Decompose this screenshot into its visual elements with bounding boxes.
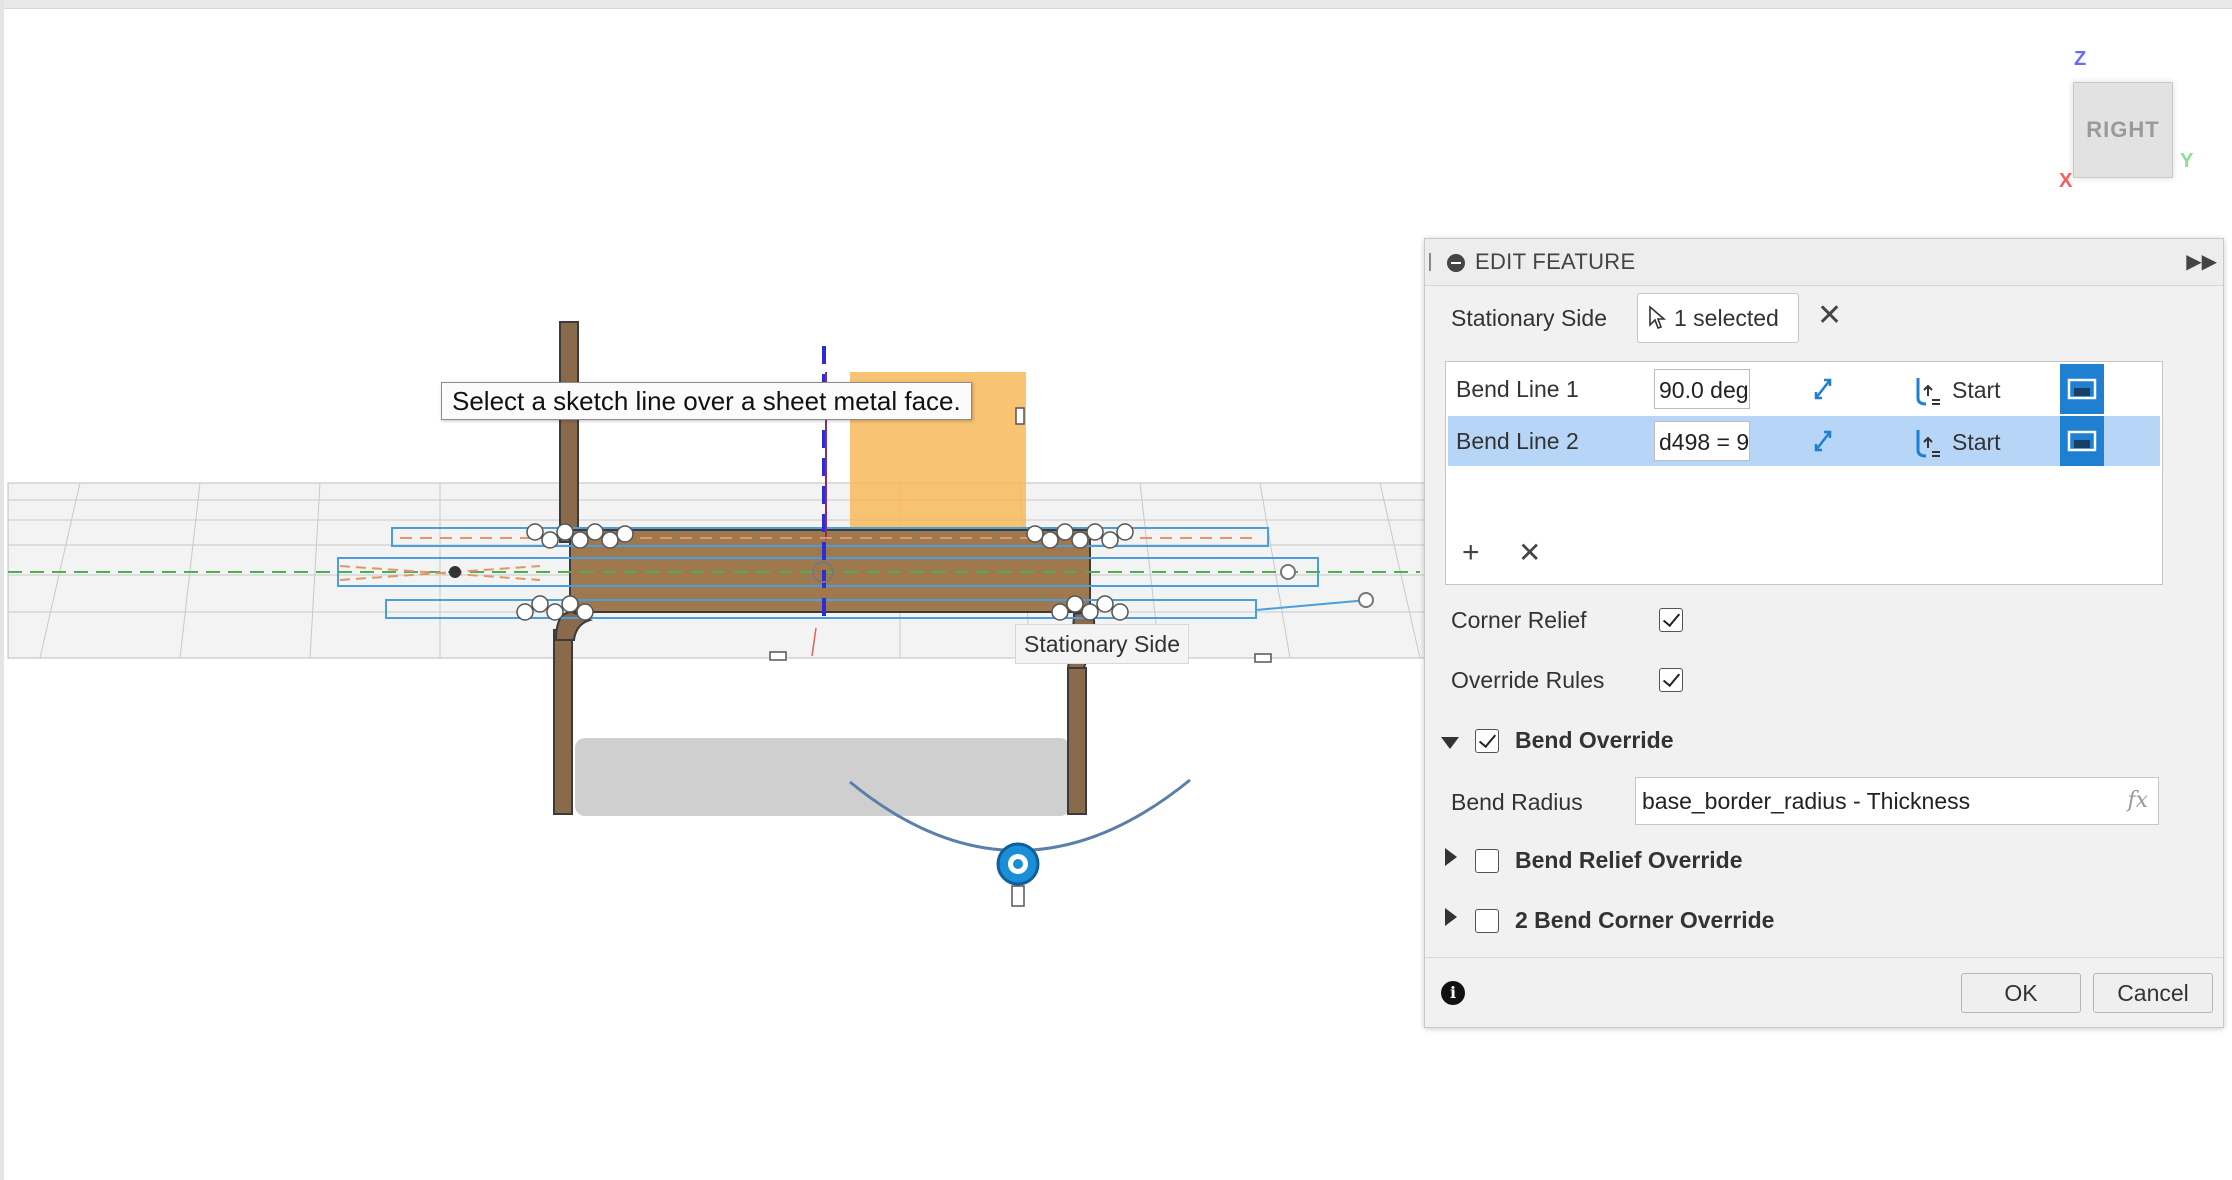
bend-radius-input[interactable]: base_border_radius - Thickness fx <box>1635 777 2159 825</box>
bend-position-start[interactable]: Start <box>1914 374 2001 406</box>
bend-relief-expand-icon[interactable] <box>1445 848 1457 866</box>
bend-override-checkbox[interactable] <box>1475 729 1499 753</box>
ok-button[interactable]: OK <box>1961 973 2081 1013</box>
view-cube-face-right[interactable]: RIGHT <box>2073 82 2173 178</box>
bend-position-icon <box>1916 430 1940 458</box>
corner-override-label: 2 Bend Corner Override <box>1515 907 1775 933</box>
override-rules-label: Override Rules <box>1451 667 1605 693</box>
bend-angle-input[interactable]: d498 = 9 <box>1654 421 1750 461</box>
info-icon[interactable]: i <box>1441 981 1465 1005</box>
override-rules-checkbox[interactable] <box>1659 668 1683 692</box>
edit-feature-panel: EDIT FEATURE ▶▶ Stationary Side 1 select… <box>1424 238 2224 1028</box>
corner-override-checkbox[interactable] <box>1475 909 1499 933</box>
corner-relief-checkbox[interactable] <box>1659 608 1683 632</box>
collapse-icon[interactable] <box>1447 254 1465 272</box>
model-scene[interactable] <box>0 0 1430 1180</box>
view-cube[interactable]: Z RIGHT X Y <box>2055 42 2205 192</box>
stationary-side-select-button[interactable]: 1 selected <box>1637 293 1799 343</box>
cancel-button[interactable]: Cancel <box>2093 973 2213 1013</box>
stationary-side-field-label: Stationary Side <box>1451 305 1607 331</box>
bend-position-start[interactable]: Start <box>1914 426 2001 458</box>
bend-override-label: Bend Override <box>1515 727 1674 753</box>
canvas-viewport[interactable]: Select a sketch line over a sheet metal … <box>0 0 1430 1180</box>
bend-line-name: Bend Line 1 <box>1456 376 1579 402</box>
corner-relief-label: Corner Relief <box>1451 607 1587 633</box>
add-bend-line-button[interactable]: + <box>1462 536 1480 570</box>
bend-line-row[interactable]: Bend Line 1 90.0 deg Start <box>1448 364 2160 414</box>
expand-icon[interactable]: ▶▶ <box>2186 249 2217 274</box>
bend-position-icon <box>1916 378 1940 406</box>
bend-end-button[interactable] <box>2060 416 2104 466</box>
clear-selection-icon[interactable]: ✕ <box>1817 299 1842 333</box>
flip-direction-icon[interactable] <box>1810 428 1836 459</box>
selection-tooltip: Select a sketch line over a sheet metal … <box>441 382 972 420</box>
panel-header[interactable]: EDIT FEATURE ▶▶ <box>1425 239 2223 286</box>
bend-line-row-selected[interactable]: Bend Line 2 d498 = 9 Start <box>1448 416 2160 466</box>
bend-angle-input[interactable]: 90.0 deg <box>1654 369 1750 409</box>
bend-override-expand-icon[interactable] <box>1441 737 1459 749</box>
bend-relief-override-checkbox[interactable] <box>1475 849 1499 873</box>
bend-type-icon <box>2067 378 2097 400</box>
bend-lines-table: Bend Line 1 90.0 deg Start Bend Line 2 d… <box>1445 361 2163 585</box>
bend-position-label: Start <box>1952 376 2001 403</box>
axis-z-label: Z <box>2074 48 2087 70</box>
bend-end-button[interactable] <box>2060 364 2104 414</box>
right-lower-flange <box>1067 667 1087 815</box>
corner-override-expand-icon[interactable] <box>1445 908 1457 926</box>
bend-line-name: Bend Line 2 <box>1456 428 1579 454</box>
bend-radius-label: Bend Radius <box>1451 789 1583 815</box>
cursor-icon <box>1648 305 1666 331</box>
bend-relief-override-label: Bend Relief Override <box>1515 847 1743 873</box>
remove-bend-line-button[interactable]: ✕ <box>1518 536 1541 569</box>
model-shadow <box>575 738 1070 816</box>
bend-radius-value: base_border_radius - Thickness <box>1642 788 1971 814</box>
fx-icon[interactable]: fx <box>2127 778 2148 824</box>
bend-type-icon <box>2067 430 2097 452</box>
flip-direction-icon[interactable] <box>1810 376 1836 407</box>
selection-count: 1 selected <box>1674 304 1779 331</box>
bend-position-label: Start <box>1952 428 2001 455</box>
axis-x-label: X <box>2059 170 2073 192</box>
stationary-side-label: Stationary Side <box>1015 624 1189 664</box>
sketch-point <box>449 566 461 578</box>
axis-y-label: Y <box>2180 150 2194 172</box>
left-lower-flange <box>553 629 573 815</box>
left-flange <box>559 321 579 543</box>
panel-title: EDIT FEATURE <box>1475 249 1636 274</box>
footer-divider <box>1425 957 2223 958</box>
drag-grip-icon[interactable] <box>1429 253 1431 271</box>
